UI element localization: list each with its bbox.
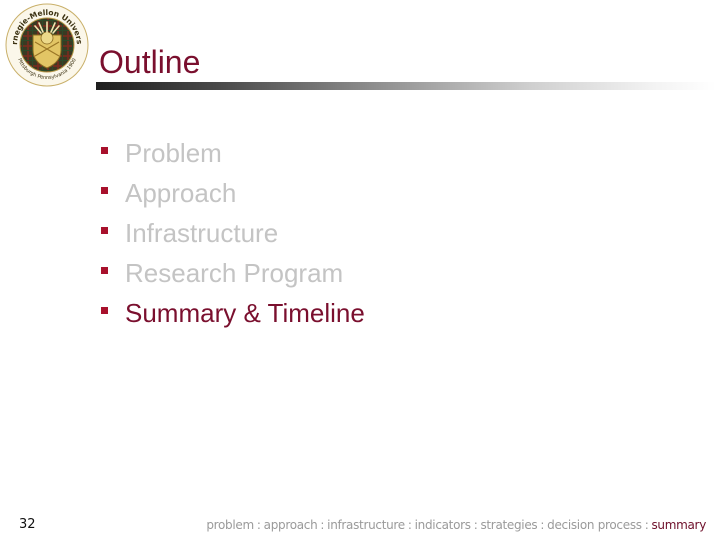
footer-nav-problem[interactable]: problem bbox=[206, 518, 254, 532]
footer-nav-separator: : bbox=[473, 518, 478, 532]
outline-item-label: Approach bbox=[125, 178, 237, 208]
outline-list: Problem Approach Infrastructure Research… bbox=[101, 133, 365, 333]
footer-nav-approach[interactable]: approach bbox=[264, 518, 318, 532]
footer-nav-separator: : bbox=[540, 518, 545, 532]
footer-nav-infrastructure[interactable]: infrastructure bbox=[327, 518, 405, 532]
bullet-square-icon bbox=[101, 307, 108, 314]
bullet-square-icon bbox=[101, 147, 108, 154]
outline-item-approach: Approach bbox=[101, 173, 365, 213]
bullet-square-icon bbox=[101, 267, 108, 274]
page-number: 32 bbox=[19, 517, 36, 532]
outline-item-label: Infrastructure bbox=[125, 218, 279, 248]
footer-nav-summary[interactable]: summary bbox=[651, 518, 706, 532]
outline-item-label: Research Program bbox=[125, 258, 344, 288]
footer-nav-separator: : bbox=[407, 518, 412, 532]
slide-title: Outline bbox=[99, 44, 201, 80]
footer-nav-separator: : bbox=[644, 518, 649, 532]
outline-item-research-program: Research Program bbox=[101, 253, 365, 293]
footer-nav-separator: : bbox=[320, 518, 325, 532]
outline-item-problem: Problem bbox=[101, 133, 365, 173]
footer-nav-decision-process[interactable]: decision process bbox=[547, 518, 642, 532]
outline-item-summary-timeline: Summary & Timeline bbox=[101, 293, 365, 333]
footer-nav-separator: : bbox=[256, 518, 261, 532]
outline-item-label: Problem bbox=[125, 138, 222, 168]
footer-nav-indicators[interactable]: indicators bbox=[415, 518, 471, 532]
bullet-square-icon bbox=[101, 187, 108, 194]
outline-item-infrastructure: Infrastructure bbox=[101, 213, 365, 253]
bullet-square-icon bbox=[101, 227, 108, 234]
outline-item-label: Summary & Timeline bbox=[125, 298, 365, 328]
footer-navigation: problem: approach: infrastructure: indicato… bbox=[206, 518, 706, 532]
title-gradient-rule bbox=[96, 82, 716, 90]
footer-nav-strategies[interactable]: strategies bbox=[480, 518, 537, 532]
university-seal-logo: Carnegie-Mellon University Pittsburgh Pe… bbox=[4, 2, 89, 87]
